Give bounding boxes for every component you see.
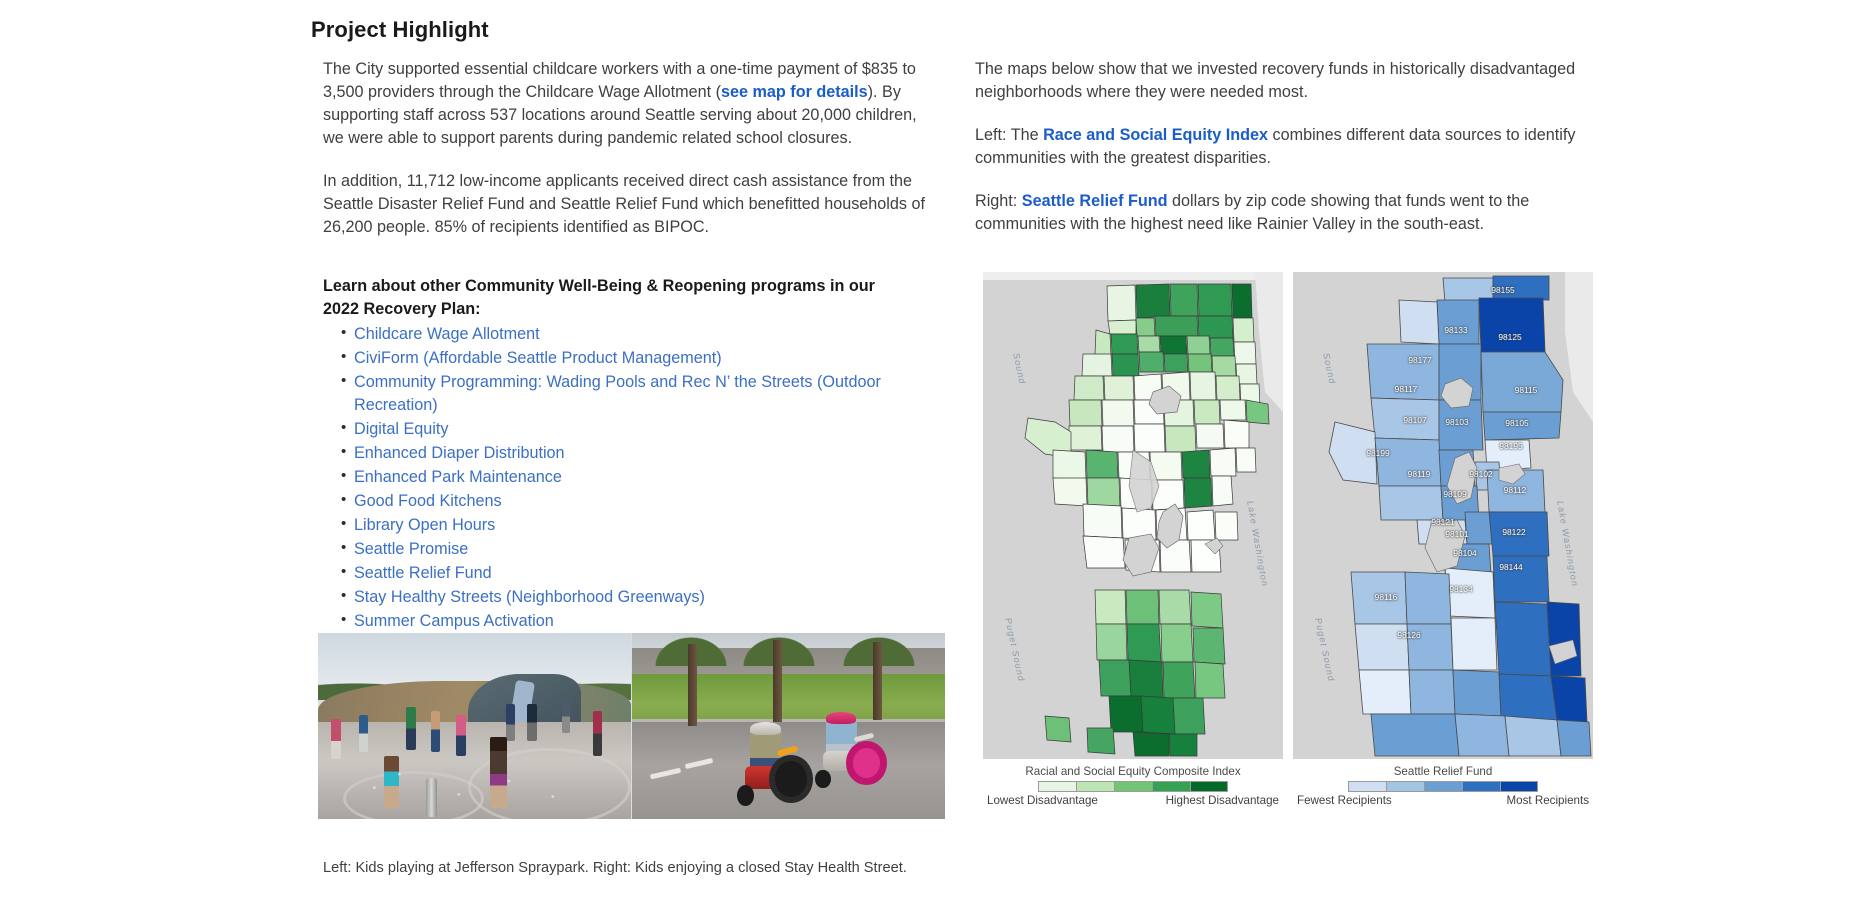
legend-swatch-1 bbox=[1038, 781, 1076, 792]
paragraph-right-map-description: Right: Seattle Relief Fund dollars by zi… bbox=[975, 190, 1600, 236]
seattle-zip-choropleth-blue bbox=[1293, 272, 1593, 759]
legend-high-label: Highest Disadvantage bbox=[1165, 794, 1279, 807]
left-map-desc-part1: Left: The bbox=[975, 126, 1044, 144]
legend-swatch-4 bbox=[1152, 781, 1190, 792]
program-link-seattle-promise[interactable]: Seattle Promise bbox=[354, 540, 468, 558]
legend-color-ramp bbox=[1293, 781, 1593, 792]
legend-swatch-2 bbox=[1386, 781, 1424, 792]
trike-front-wheel bbox=[769, 755, 814, 803]
list-item[interactable]: Seattle Relief Fund bbox=[341, 561, 921, 585]
program-link-childcare-wage-allotment[interactable]: Childcare Wage Allotment bbox=[354, 325, 540, 343]
legend-seattle-relief-fund: Seattle Relief Fund Fewest Recipients Mo… bbox=[1293, 759, 1593, 807]
programs-heading: Learn about other Community Well-Being &… bbox=[323, 277, 875, 318]
program-link-enhanced-park-maintenance[interactable]: Enhanced Park Maintenance bbox=[354, 468, 562, 486]
map-card-seattle-relief-fund: Sound Puget Sound Lake Washington 98155 9… bbox=[1293, 272, 1593, 807]
list-item[interactable]: Childcare Wage Allotment bbox=[341, 322, 921, 346]
map-card-race-social-equity: Sound Puget Sound Lake Washington Racial… bbox=[983, 272, 1283, 807]
program-link-civiform[interactable]: CiviForm (Affordable Seattle Product Man… bbox=[354, 349, 722, 367]
list-item[interactable]: Good Food Kitchens bbox=[341, 489, 921, 513]
trike-rear-wheel bbox=[815, 769, 831, 789]
program-link-library-open-hours[interactable]: Library Open Hours bbox=[354, 516, 495, 534]
program-link-summer-campus-activation[interactable]: Summer Campus Activation bbox=[354, 612, 554, 630]
program-link-stay-healthy-streets[interactable]: Stay Healthy Streets (Neighborhood Green… bbox=[354, 588, 705, 606]
legend-swatch-1 bbox=[1348, 781, 1386, 792]
paragraph-relief-fund: In addition, 11,712 low-income applicant… bbox=[323, 172, 925, 236]
program-link-good-food-kitchens[interactable]: Good Food Kitchens bbox=[354, 492, 502, 510]
program-link-enhanced-diaper-distribution[interactable]: Enhanced Diaper Distribution bbox=[354, 444, 565, 462]
list-item[interactable]: CiviForm (Affordable Seattle Product Man… bbox=[341, 346, 921, 370]
left-content-column: The City supported essential childcare w… bbox=[323, 58, 939, 634]
list-item[interactable]: Stay Healthy Streets (Neighborhood Green… bbox=[341, 585, 921, 609]
photo-caption: Left: Kids playing at Jefferson Spraypar… bbox=[323, 860, 907, 876]
trike-helmet bbox=[826, 711, 856, 724]
map-canvas-seattle-relief-fund[interactable]: Sound Puget Sound Lake Washington 98155 9… bbox=[1293, 272, 1593, 759]
list-item[interactable]: Seattle Promise bbox=[341, 537, 921, 561]
programs-block: Learn about other Community Well-Being &… bbox=[323, 275, 939, 633]
paragraph-left-map-description: Left: The Race and Social Equity Index c… bbox=[975, 124, 1600, 170]
trike-helmet bbox=[749, 722, 781, 736]
legend-swatch-5 bbox=[1190, 781, 1228, 792]
legend-high-label: Most Recipients bbox=[1506, 794, 1589, 807]
legend-color-ramp bbox=[983, 781, 1283, 792]
legend-swatch-5 bbox=[1500, 781, 1538, 792]
map-canvas-race-social-equity[interactable]: Sound Puget Sound Lake Washington bbox=[983, 272, 1283, 759]
list-item[interactable]: Enhanced Park Maintenance bbox=[341, 465, 921, 489]
legend-title: Seattle Relief Fund bbox=[1393, 765, 1493, 778]
programs-list: Childcare Wage Allotment CiviForm (Affor… bbox=[323, 322, 939, 633]
paragraph-maps-intro: The maps below show that we invested rec… bbox=[975, 60, 1576, 101]
program-link-digital-equity[interactable]: Digital Equity bbox=[354, 420, 448, 438]
legend-swatch-3 bbox=[1424, 781, 1462, 792]
seattle-relief-fund-link[interactable]: Seattle Relief Fund bbox=[1022, 192, 1168, 210]
legend-low-label: Lowest Disadvantage bbox=[987, 794, 1098, 807]
legend-swatch-2 bbox=[1076, 781, 1114, 792]
seattle-choropleth-green bbox=[983, 272, 1283, 759]
see-map-for-details-link[interactable]: see map for details bbox=[721, 83, 868, 101]
legend-low-label: Fewest Recipients bbox=[1297, 794, 1392, 807]
legend-endpoints: Fewest Recipients Most Recipients bbox=[1293, 794, 1593, 807]
legend-title: Racial and Social Equity Composite Index bbox=[1025, 765, 1241, 778]
legend-endpoints: Lowest Disadvantage Highest Disadvantage bbox=[983, 794, 1283, 807]
legend-race-social-equity: Racial and Social Equity Composite Index… bbox=[983, 759, 1283, 807]
list-item[interactable]: Library Open Hours bbox=[341, 513, 921, 537]
photo-stay-healthy-street bbox=[631, 633, 945, 819]
page-title: Project Highlight bbox=[311, 16, 489, 42]
photo-jefferson-spraypark bbox=[318, 633, 631, 819]
list-item[interactable]: Community Programming: Wading Pools and … bbox=[341, 370, 921, 417]
right-content-column: The maps below show that we invested rec… bbox=[975, 58, 1600, 256]
trike-rear-wheel bbox=[736, 785, 754, 807]
list-item[interactable]: Summer Campus Activation bbox=[341, 609, 921, 633]
photo-row bbox=[318, 633, 945, 819]
street-child-on-trike bbox=[735, 722, 817, 809]
street-tree-trunk bbox=[872, 642, 882, 721]
list-item[interactable]: Enhanced Diaper Distribution bbox=[341, 441, 921, 465]
list-item[interactable]: Digital Equity bbox=[341, 417, 921, 441]
paragraph-childcare-wage: The City supported essential childcare w… bbox=[323, 58, 939, 150]
race-and-social-equity-index-link[interactable]: Race and Social Equity Index bbox=[1043, 126, 1268, 144]
legend-swatch-3 bbox=[1114, 781, 1152, 792]
program-link-community-programming[interactable]: Community Programming: Wading Pools and … bbox=[354, 373, 881, 414]
legend-swatch-4 bbox=[1462, 781, 1500, 792]
trike-front-wheel bbox=[846, 741, 887, 785]
maps-row: Sound Puget Sound Lake Washington Racial… bbox=[983, 272, 1593, 807]
street-tree-trunk bbox=[772, 640, 782, 723]
street-tree-trunk bbox=[687, 644, 697, 726]
spraypark-water-spray bbox=[318, 707, 631, 819]
street-child-on-trike bbox=[810, 711, 892, 795]
right-map-desc-part1: Right: bbox=[975, 192, 1022, 210]
project-highlight-page: Project Highlight The City supported ess… bbox=[0, 0, 1854, 898]
program-link-seattle-relief-fund[interactable]: Seattle Relief Fund bbox=[354, 564, 492, 582]
